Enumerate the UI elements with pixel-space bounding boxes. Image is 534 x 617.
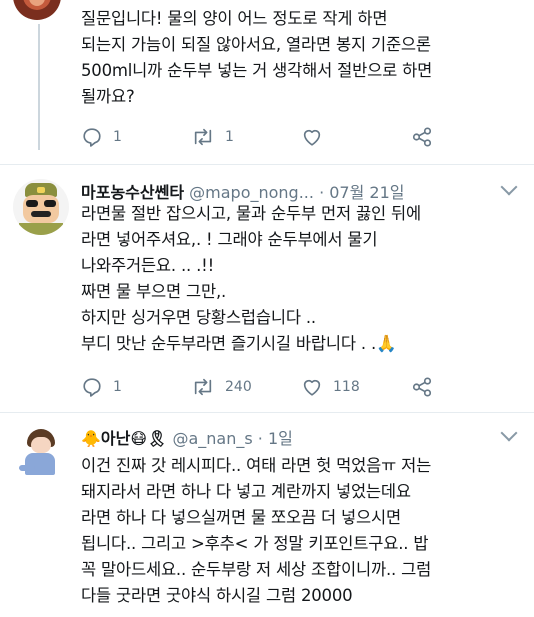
display-name[interactable]: 마포농수산쎈타 xyxy=(81,183,184,202)
tweet-question[interactable]: 질문입니다! 물의 양이 어느 정도로 작게 하면 되는지 가늠이 되질 않아서… xyxy=(0,0,534,160)
share-icon xyxy=(412,377,432,397)
tweet-reply-mapo[interactable]: 마포농수산쎈타 @mapo_nong... · 07월 21일 라면물 절반 잡… xyxy=(0,165,534,413)
retweet-button[interactable]: 240 xyxy=(191,376,252,398)
tweet-date[interactable]: 1일 xyxy=(268,429,293,448)
avatar[interactable] xyxy=(13,0,61,20)
reply-button[interactable]: 1 xyxy=(81,126,122,148)
retweet-icon xyxy=(194,378,212,396)
retweet-count: 240 xyxy=(225,379,252,395)
chevron-down-icon[interactable] xyxy=(500,178,518,196)
reply-icon xyxy=(83,378,101,397)
tweet-text: 질문입니다! 물의 양이 어느 정도로 작게 하면 되는지 가늠이 되질 않아서… xyxy=(81,9,433,106)
separator-dot: · xyxy=(257,429,263,448)
heart-icon xyxy=(303,129,321,146)
tweet-actions: 1 1 xyxy=(81,126,461,154)
avatar[interactable] xyxy=(13,179,69,235)
like-button[interactable] xyxy=(301,126,323,148)
tweet-reply-anan[interactable]: 🐥아난😷🎗 @a_nan_s · 1일 이건 진짜 갓 레시피다.. 여태 라면… xyxy=(0,413,534,617)
tweet-header: 마포농수산쎈타 @mapo_nong... · 07월 21일 xyxy=(81,179,405,203)
separator-dot: · xyxy=(319,183,325,202)
tweet-text: 이건 진짜 갓 레시피다.. 여태 라면 헛 먹었음ㅠ 저는 돼지라서 라면 하… xyxy=(81,456,432,605)
share-button[interactable] xyxy=(411,126,433,148)
reply-button[interactable]: 1 xyxy=(81,376,122,398)
retweet-button[interactable]: 1 xyxy=(191,126,234,148)
reply-count: 1 xyxy=(113,379,122,395)
tweet-header: 🐥아난😷🎗 @a_nan_s · 1일 xyxy=(81,425,293,449)
like-button[interactable]: 118 xyxy=(301,376,360,398)
tweet-text: 라면물 절반 잡으시고, 물과 순두부 먼저 끓인 뒤에 라면 넣어주셔요,. … xyxy=(81,204,421,353)
retweet-count: 1 xyxy=(225,129,234,145)
user-handle[interactable]: @a_nan_s xyxy=(172,429,252,448)
heart-icon xyxy=(303,379,321,396)
thread-line xyxy=(38,24,40,150)
retweet-icon xyxy=(194,128,212,146)
share-button[interactable] xyxy=(411,376,433,398)
share-icon xyxy=(412,127,432,147)
reply-icon xyxy=(83,128,101,147)
avatar[interactable] xyxy=(13,425,67,479)
tweet-actions: 1 240 118 xyxy=(81,376,461,404)
chevron-down-icon[interactable] xyxy=(500,424,518,442)
tweet-date[interactable]: 07월 21일 xyxy=(329,183,404,202)
user-handle[interactable]: @mapo_nong... xyxy=(189,183,314,202)
display-name[interactable]: 🐥아난😷🎗 xyxy=(81,429,167,448)
reply-count: 1 xyxy=(113,129,122,145)
like-count: 118 xyxy=(333,379,360,395)
